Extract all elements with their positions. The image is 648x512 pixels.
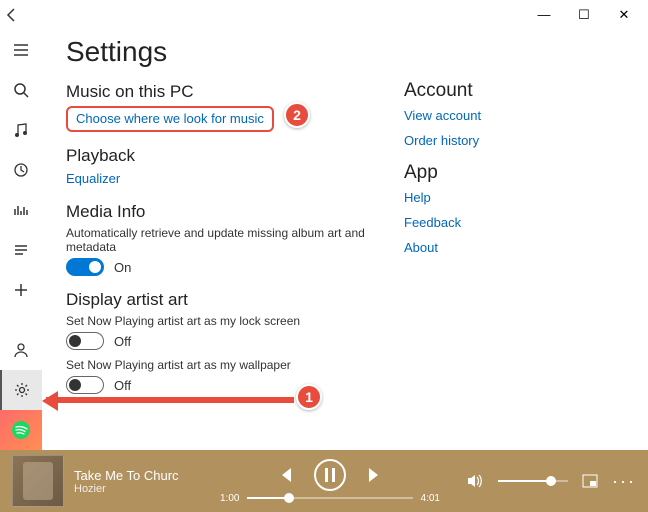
- equalizer-link[interactable]: Equalizer: [66, 171, 120, 186]
- pause-button[interactable]: [314, 459, 346, 491]
- callout-badge-1: 1: [296, 384, 322, 410]
- previous-button[interactable]: [276, 466, 294, 484]
- page-title: Settings: [66, 36, 374, 68]
- choose-music-location-link[interactable]: Choose where we look for music: [76, 111, 264, 126]
- back-button[interactable]: [4, 7, 44, 23]
- order-history-link[interactable]: Order history: [404, 133, 624, 148]
- player-bar: Take Me To Churc Hozier 1:00 4:01 ···: [0, 450, 648, 512]
- media-info-state: On: [114, 260, 131, 275]
- about-link[interactable]: About: [404, 240, 624, 255]
- search-icon[interactable]: [0, 70, 42, 110]
- view-account-link[interactable]: View account: [404, 108, 624, 123]
- wallpaper-desc: Set Now Playing artist art as my wallpap…: [66, 358, 374, 372]
- spotify-icon[interactable]: [0, 410, 42, 450]
- close-button[interactable]: ✕: [604, 7, 644, 23]
- add-icon[interactable]: [0, 270, 42, 310]
- track-artist: Hozier: [74, 483, 194, 495]
- more-icon[interactable]: ···: [612, 471, 636, 492]
- time-total: 4:01: [421, 493, 440, 504]
- next-button[interactable]: [366, 466, 384, 484]
- wallpaper-toggle[interactable]: [66, 376, 104, 394]
- callout-arrow-1: [46, 397, 294, 403]
- section-app: App: [404, 162, 624, 184]
- minimize-button[interactable]: —: [524, 7, 564, 23]
- volume-slider[interactable]: [498, 480, 568, 482]
- section-account: Account: [404, 80, 624, 102]
- callout-box-2: Choose where we look for music: [66, 106, 274, 132]
- sidebar: [0, 30, 42, 450]
- section-playback: Playback: [66, 146, 374, 166]
- wallpaper-state: Off: [114, 378, 131, 393]
- track-title: Take Me To Churc: [74, 468, 194, 483]
- account-icon[interactable]: [0, 330, 42, 370]
- music-icon[interactable]: [0, 110, 42, 150]
- feedback-link[interactable]: Feedback: [404, 215, 624, 230]
- lockscreen-state: Off: [114, 334, 131, 349]
- recent-icon[interactable]: [0, 150, 42, 190]
- time-elapsed: 1:00: [220, 493, 239, 504]
- callout-badge-2: 2: [284, 102, 310, 128]
- media-info-toggle[interactable]: [66, 258, 104, 276]
- volume-icon[interactable]: [466, 472, 484, 490]
- lockscreen-toggle[interactable]: [66, 332, 104, 350]
- media-info-desc: Automatically retrieve and update missin…: [66, 226, 374, 254]
- seek-bar[interactable]: [247, 497, 412, 499]
- now-playing-icon[interactable]: [0, 190, 42, 230]
- help-link[interactable]: Help: [404, 190, 624, 205]
- playlists-icon[interactable]: [0, 230, 42, 270]
- hamburger-icon[interactable]: [0, 30, 42, 70]
- lockscreen-desc: Set Now Playing artist art as my lock sc…: [66, 314, 374, 328]
- section-music-on-pc: Music on this PC: [66, 82, 374, 102]
- maximize-button[interactable]: ☐: [564, 7, 604, 23]
- album-art[interactable]: [12, 455, 64, 507]
- miniplayer-icon[interactable]: [582, 474, 598, 488]
- section-artist-art: Display artist art: [66, 290, 374, 310]
- section-media-info: Media Info: [66, 202, 374, 222]
